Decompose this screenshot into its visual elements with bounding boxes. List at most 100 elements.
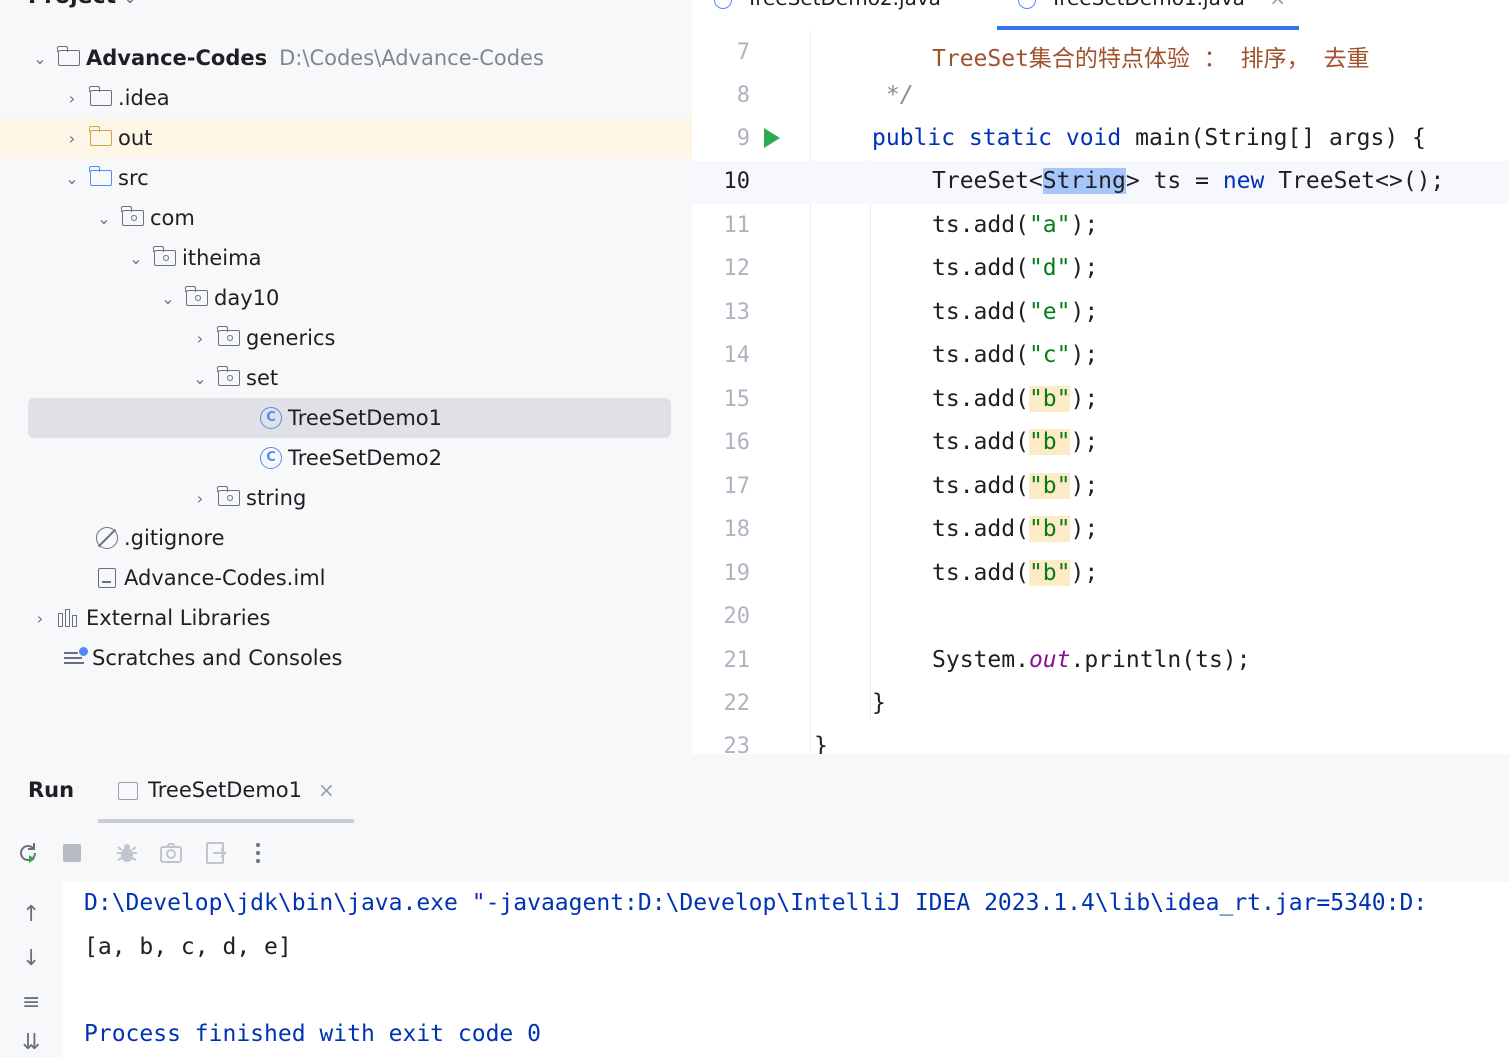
code-text: ts.add("b"); [932,560,1099,586]
tree-item-label: .idea [118,86,170,110]
tree-item-label: itheima [182,246,262,270]
chevron-right-icon[interactable]: › [30,609,50,628]
package-icon [184,286,210,309]
code-text: ts.add("b"); [932,429,1099,455]
tab-treesetdemo1[interactable]: TreeSetDemo1.java × [1018,0,1286,10]
project-panel: Project ⌄ ⌄ Advance-Codes D:\Codes\Advanc… [0,0,692,754]
arrow-up-icon[interactable]: ↑ [22,902,40,927]
chevron-right-icon[interactable]: › [62,89,82,108]
run-gutter-icon[interactable] [764,128,780,148]
code-editor[interactable]: TreeSetDemo2.java TreeSetDemo1.java × 7 … [692,0,1509,754]
tree-item-day10[interactable]: ⌄ day10 [0,278,692,318]
code-line[interactable]: 7 TreeSet集合的特点体验 ： 排序， 去重 [692,32,1509,75]
line-number: 20 [723,604,751,629]
tree-item-label: string [246,486,307,510]
tree-item-string[interactable]: › string [0,478,692,518]
code-line[interactable]: 22 } [692,683,1509,726]
tree-item-scratches[interactable]: Scratches and Consoles [0,638,692,678]
more-options-icon[interactable] [246,841,270,865]
soft-wrap-icon[interactable]: ≡ [22,990,40,1015]
code-line[interactable]: 23 } [692,726,1509,754]
tree-item-treesetdemo1[interactable]: C TreeSetDemo1 [28,398,671,438]
code-text: TreeSet集合的特点体验 ： 排序， 去重 [932,39,1369,73]
tree-item-idea[interactable]: › .idea [0,78,692,118]
package-icon [216,366,242,389]
chevron-down-icon[interactable]: ⌄ [158,289,178,308]
code-line[interactable]: 12 ts.add("d"); [692,248,1509,291]
code-line-current[interactable]: 10 TreeSet<String> ts = new TreeSet<>(); [692,161,1509,204]
chevron-down-icon[interactable]: ⌄ [62,169,82,188]
scroll-to-end-icon[interactable]: ⇊ [22,1030,40,1055]
scratches-icon [62,647,88,669]
chevron-down-icon[interactable]: ⌄ [126,249,146,268]
close-icon[interactable]: × [1269,0,1286,10]
project-panel-title[interactable]: Project ⌄ [28,0,136,9]
tree-item-com[interactable]: ⌄ com [0,198,692,238]
code-line[interactable]: 14 ts.add("c"); [692,335,1509,378]
tree-item-itheima[interactable]: ⌄ itheima [0,238,692,278]
rerun-icon[interactable] [16,841,40,865]
active-run-tab-indicator [98,819,354,823]
tree-item-advance-codes[interactable]: ⌄ Advance-Codes D:\Codes\Advance-Codes [0,38,692,78]
chevron-right-icon[interactable]: › [62,129,82,148]
run-tab-treesetdemo1[interactable]: TreeSetDemo1 × [118,778,335,802]
tree-item-label: Scratches and Consoles [92,646,343,670]
camera-icon[interactable] [159,841,183,865]
console-output[interactable]: D:\Develop\jdk\bin\java.exe "-javaagent:… [62,882,1509,1057]
editor-tabs: TreeSetDemo2.java TreeSetDemo1.java × [692,0,1509,30]
code-text: */ [886,82,914,108]
code-line[interactable]: 19 ts.add("b"); [692,553,1509,596]
debug-icon[interactable] [115,841,139,865]
line-number: 8 [736,83,750,108]
code-line[interactable]: 18 ts.add("b"); [692,509,1509,552]
console-output-line: [a, b, c, d, e] [84,934,292,960]
code-line[interactable]: 20 [692,596,1509,639]
code-line[interactable]: 15 ts.add("b"); [692,379,1509,422]
tree-item-label: Advance-Codes [86,46,268,70]
package-icon [152,246,178,269]
tree-item-out[interactable]: › out [0,118,692,158]
line-number: 9 [736,126,750,151]
tree-item-label: generics [246,326,336,350]
close-icon[interactable]: × [318,778,335,802]
line-number: 13 [723,300,751,325]
line-number: 23 [723,734,751,754]
tree-item-iml[interactable]: Advance-Codes.iml [0,558,692,598]
code-line[interactable]: 9 public static void main(String[] args)… [692,118,1509,161]
tree-item-src[interactable]: ⌄ src [0,158,692,198]
code-line[interactable]: 13 ts.add("e"); [692,292,1509,335]
tab-treesetdemo2[interactable]: TreeSetDemo2.java [714,0,941,10]
chevron-down-icon[interactable]: ⌄ [190,369,210,388]
class-icon [714,0,732,9]
chevron-right-icon[interactable]: › [190,329,210,348]
code-line[interactable]: 11 ts.add("a"); [692,205,1509,248]
code-line[interactable]: 21 System.out.println(ts); [692,640,1509,683]
tree-item-external-libraries[interactable]: › External Libraries [0,598,692,638]
line-number: 16 [723,430,751,455]
chevron-down-icon[interactable]: ⌄ [94,209,114,228]
tree-item-gitignore[interactable]: .gitignore [0,518,692,558]
stop-icon[interactable] [60,841,84,865]
chevron-right-icon[interactable]: › [190,489,210,508]
code-text: System.out.println(ts); [932,647,1251,673]
exit-icon[interactable] [204,841,228,865]
code-line[interactable]: 16 ts.add("b"); [692,422,1509,465]
tree-item-label: src [118,166,149,190]
folder-icon [88,86,114,109]
code-line[interactable]: 8 */ [692,75,1509,118]
tree-item-set[interactable]: ⌄ set [0,358,692,398]
source-folder-icon [88,166,114,189]
run-tab-label: TreeSetDemo1 [148,778,302,802]
code-text: ts.add("a"); [932,212,1099,238]
line-number: 21 [723,648,751,673]
class-icon: C [258,407,284,429]
chevron-down-icon[interactable]: ⌄ [30,49,50,68]
comment-end: */ [886,82,914,108]
code-line[interactable]: 17 ts.add("b"); [692,466,1509,509]
line-number: 19 [723,561,751,586]
arrow-down-icon[interactable]: ↓ [22,946,40,971]
code-text: ts.add("e"); [932,299,1099,325]
chevron-down-icon[interactable]: ⌄ [124,0,136,7]
tree-item-generics[interactable]: › generics [0,318,692,358]
tree-item-treesetdemo2[interactable]: C TreeSetDemo2 [0,438,692,478]
